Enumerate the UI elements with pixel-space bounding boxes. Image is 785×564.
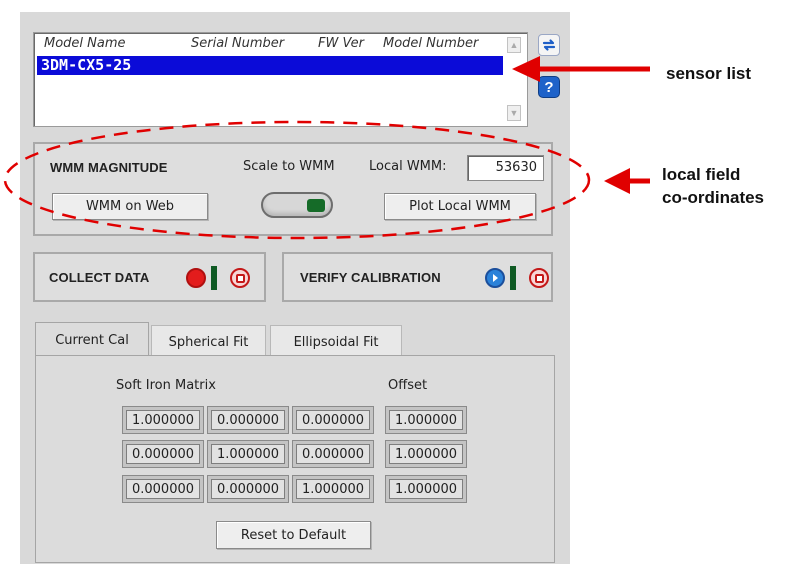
sensor-list-arrow-head — [512, 56, 540, 82]
annotation-overlay — [3, 56, 650, 240]
local-field-annotation-line2: co-ordinates — [662, 188, 765, 207]
local-field-annotation-line1: local field — [662, 165, 741, 184]
dashed-highlight-ellipse — [3, 120, 591, 240]
local-field-arrow-head — [604, 168, 630, 194]
sensor-list-annotation: sensor list — [666, 64, 752, 83]
